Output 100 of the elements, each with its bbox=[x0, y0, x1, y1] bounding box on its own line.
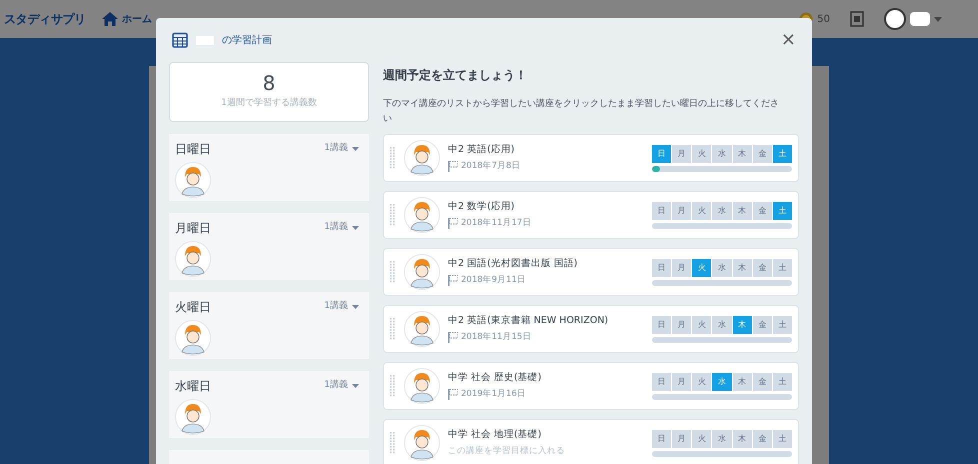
weekday-toggle[interactable]: 月 bbox=[672, 316, 692, 334]
weekday-toggle[interactable]: 火 bbox=[692, 144, 712, 162]
weekday-toggle[interactable]: 木 bbox=[732, 372, 752, 390]
caret-icon bbox=[352, 305, 359, 309]
lecture-count-dropdown[interactable]: 1講義 bbox=[324, 221, 363, 235]
weekday-toggle[interactable]: 水 bbox=[712, 258, 732, 276]
deadline-date: 2019年1月16日 bbox=[461, 388, 526, 401]
weekday-toggle[interactable]: 金 bbox=[752, 258, 772, 276]
brand-logo[interactable]: スタディサプリ bbox=[4, 10, 86, 28]
day-name: 月曜日 bbox=[175, 220, 211, 237]
flag-icon bbox=[448, 161, 458, 172]
calendar-icon[interactable] bbox=[850, 11, 864, 27]
weekday-toggle[interactable]: 木 bbox=[732, 144, 752, 162]
coin-count: 50 bbox=[817, 12, 830, 26]
flag-icon bbox=[448, 218, 458, 230]
weekday-toggle[interactable]: 金 bbox=[752, 372, 772, 390]
weekday-toggle[interactable]: 月 bbox=[672, 258, 692, 276]
course-title: 中学 社会 歴史(基礎) bbox=[448, 371, 542, 385]
weekday-toggle[interactable]: 日 bbox=[652, 144, 672, 162]
weekday-toggle[interactable]: 水 bbox=[712, 144, 732, 162]
weekday-toggle[interactable]: 月 bbox=[672, 372, 692, 390]
home-link[interactable]: ホーム bbox=[122, 12, 152, 26]
flag-icon bbox=[448, 389, 458, 400]
weekday-toggle[interactable]: 月 bbox=[672, 430, 692, 448]
caret-icon bbox=[352, 147, 359, 151]
course-card[interactable]: 中2 数学(応用) 2018年11月17日 日 月 火 水 木 金 土 bbox=[383, 191, 799, 239]
weekday-toggle[interactable]: 土 bbox=[772, 258, 792, 276]
day-name: 火曜日 bbox=[175, 299, 211, 316]
course-card[interactable]: 中2 国語(光村図書出版 国語) 2018年9月11日 日 月 火 水 木 金 土 bbox=[383, 248, 799, 296]
weekday-toggle[interactable]: 火 bbox=[692, 430, 712, 448]
avatar-icon bbox=[175, 320, 211, 356]
avatar-icon bbox=[404, 425, 440, 461]
course-title: 中2 数学(応用) bbox=[448, 200, 516, 214]
lecture-count-dropdown[interactable]: 1講義 bbox=[324, 300, 363, 314]
close-button[interactable]: × bbox=[780, 31, 796, 49]
drag-handle-icon[interactable] bbox=[390, 318, 396, 340]
weekday-toggle[interactable]: 木 bbox=[732, 202, 752, 220]
user-name-block bbox=[910, 12, 930, 26]
flag-icon bbox=[448, 332, 458, 344]
drag-handle-icon[interactable] bbox=[390, 261, 396, 283]
weekday-toggle[interactable]: 水 bbox=[712, 430, 732, 448]
weekday-toggle[interactable]: 火 bbox=[692, 258, 712, 276]
course-title: 中学 社会 地理(基礎) bbox=[448, 428, 542, 442]
weekday-toggle[interactable]: 日 bbox=[652, 202, 672, 220]
weekday-toggle[interactable]: 金 bbox=[752, 144, 772, 162]
weekday-toggle[interactable]: 土 bbox=[772, 202, 792, 220]
avatar-icon bbox=[404, 140, 440, 176]
weekday-toggle[interactable]: 木 bbox=[732, 316, 752, 334]
flag-icon bbox=[448, 275, 458, 286]
course-title: 中2 国語(光村図書出版 国語) bbox=[448, 257, 578, 271]
weekday-toggle[interactable]: 火 bbox=[692, 202, 712, 220]
course-card[interactable]: 中学 社会 地理(基礎) この講座を学習目標に入れる 日 月 火 水 木 金 土 bbox=[383, 419, 799, 464]
weekday-toggle[interactable]: 月 bbox=[672, 202, 692, 220]
drag-handle-icon[interactable] bbox=[390, 204, 396, 226]
weekday-toggle[interactable]: 月 bbox=[672, 144, 692, 162]
course-card[interactable]: 中2 英語(東京書籍 NEW HORIZON) 2018年11月15日 日 月 火 水 木 金 土 bbox=[383, 305, 799, 353]
calendar-icon bbox=[172, 32, 188, 48]
instruction-text: 下のマイ講座のリストから学習したい講座をクリックしたまま学習したい曜日の上に移してください bbox=[383, 98, 780, 126]
weekday-toggle[interactable]: 日 bbox=[652, 430, 672, 448]
drag-handle-icon[interactable] bbox=[390, 375, 396, 397]
course-card[interactable]: 中学 社会 歴史(基礎) 2019年1月16日 日 月 火 水 木 金 土 bbox=[383, 362, 799, 410]
weekday-toggle[interactable]: 日 bbox=[652, 258, 672, 276]
weekday-toggle[interactable]: 金 bbox=[752, 316, 772, 334]
course-title: 中2 英語(東京書籍 NEW HORIZON) bbox=[448, 314, 608, 328]
deadline-date: 2018年11月15日 bbox=[461, 331, 532, 344]
weekday-toggle[interactable]: 土 bbox=[772, 316, 792, 334]
avatar-icon bbox=[404, 311, 440, 347]
user-avatar[interactable] bbox=[884, 8, 906, 30]
weekly-count: 8 bbox=[262, 73, 276, 94]
weekday-toggle[interactable]: 木 bbox=[732, 258, 752, 276]
lecture-count-dropdown[interactable]: 1講義 bbox=[324, 142, 363, 156]
avatar-icon bbox=[175, 399, 211, 435]
weekday-toggle[interactable]: 火 bbox=[692, 372, 712, 390]
avatar-icon bbox=[404, 197, 440, 233]
weekly-count-caption: 1週間で学習する講義数 bbox=[221, 97, 317, 110]
home-icon[interactable] bbox=[102, 12, 118, 26]
weekday-toggle[interactable]: 木 bbox=[732, 430, 752, 448]
weekday-toggle[interactable]: 金 bbox=[752, 202, 772, 220]
weekday-toggle[interactable]: 水 bbox=[712, 202, 732, 220]
caret-icon[interactable] bbox=[934, 16, 942, 22]
weekday-toggle[interactable]: 水 bbox=[712, 372, 732, 390]
avatar-icon bbox=[404, 368, 440, 404]
weekday-toggle[interactable]: 火 bbox=[692, 316, 712, 334]
weekday-toggle[interactable]: 金 bbox=[752, 430, 772, 448]
course-card[interactable]: 中2 英語(応用) 2018年7月8日 日 月 火 水 木 金 土 bbox=[383, 134, 799, 182]
caret-icon bbox=[352, 226, 359, 230]
weekday-toggle[interactable]: 水 bbox=[712, 316, 732, 334]
weekday-toggle[interactable]: 土 bbox=[772, 430, 792, 448]
drag-handle-icon[interactable] bbox=[390, 147, 396, 169]
weekday-toggle[interactable]: 日 bbox=[652, 372, 672, 390]
day-name: 日曜日 bbox=[175, 141, 211, 158]
drag-handle-icon[interactable] bbox=[390, 432, 396, 454]
weekday-toggle[interactable]: 土 bbox=[772, 372, 792, 390]
deadline-date: 2018年7月8日 bbox=[461, 160, 520, 173]
course-title: 中2 英語(応用) bbox=[448, 143, 516, 157]
weekday-toggle[interactable]: 土 bbox=[772, 144, 792, 162]
weekday-toggle[interactable]: 日 bbox=[652, 316, 672, 334]
avatar-icon bbox=[175, 162, 211, 198]
day-name: 水曜日 bbox=[175, 378, 211, 395]
lecture-count-dropdown[interactable]: 1講義 bbox=[324, 379, 363, 393]
